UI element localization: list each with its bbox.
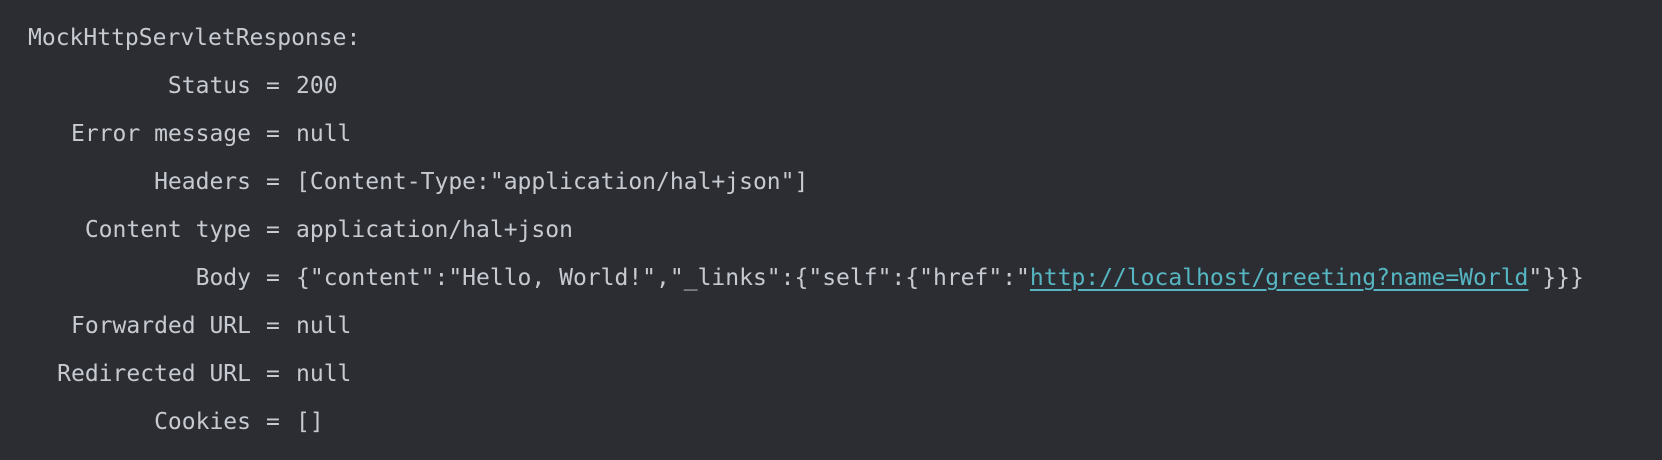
console-output: MockHttpServletResponse: Status = 200 Erro… [0, 0, 1662, 460]
response-title: MockHttpServletResponse: [28, 25, 361, 51]
greeting-link[interactable]: http://localhost/greeting?name=World [1030, 265, 1529, 291]
response-row-redirected-url: Redirected URL = null [28, 354, 1662, 402]
row-value: [Content-Type:"application/hal+json"] [296, 169, 809, 195]
response-row-content-type: Content type = application/hal+json [28, 210, 1662, 258]
row-value: null [296, 361, 352, 387]
equals-sign: = [266, 265, 280, 291]
response-row-error-message: Error message = null [28, 114, 1662, 162]
equals-sign: = [266, 313, 280, 339]
row-key: Headers [154, 169, 251, 195]
row-key: Status [167, 73, 251, 99]
response-row-cookies: Cookies = [] [28, 402, 1662, 450]
row-value: null [296, 121, 352, 147]
row-key: Redirected URL [57, 361, 251, 387]
equals-sign: = [266, 73, 280, 99]
body-json-suffix: "}}} [1528, 265, 1584, 291]
row-key: Body [195, 265, 251, 291]
row-key: Cookies [154, 409, 251, 435]
body-json-prefix: {"content":"Hello, World!","_links":{"se… [296, 265, 1030, 291]
response-row-headers: Headers = [Content-Type:"application/hal+j… [28, 162, 1662, 210]
equals-sign: = [266, 121, 280, 147]
row-key: Content type [84, 217, 251, 243]
equals-sign: = [266, 169, 280, 195]
row-key: Forwarded URL [70, 313, 251, 339]
response-row-status: Status = 200 [28, 66, 1662, 114]
row-value: application/hal+json [296, 217, 573, 243]
response-row-body: Body = {"content":"Hello, World!","_links"… [28, 258, 1662, 306]
row-value: null [296, 313, 352, 339]
row-value: {"content":"Hello, World!","_links":{"se… [296, 258, 1584, 298]
row-value: 200 [296, 73, 338, 99]
response-row-forwarded-url: Forwarded URL = null [28, 306, 1662, 354]
equals-sign: = [266, 409, 280, 435]
equals-sign: = [266, 361, 280, 387]
row-key: Error message [70, 121, 251, 147]
row-value: [] [296, 409, 324, 435]
equals-sign: = [266, 217, 280, 243]
